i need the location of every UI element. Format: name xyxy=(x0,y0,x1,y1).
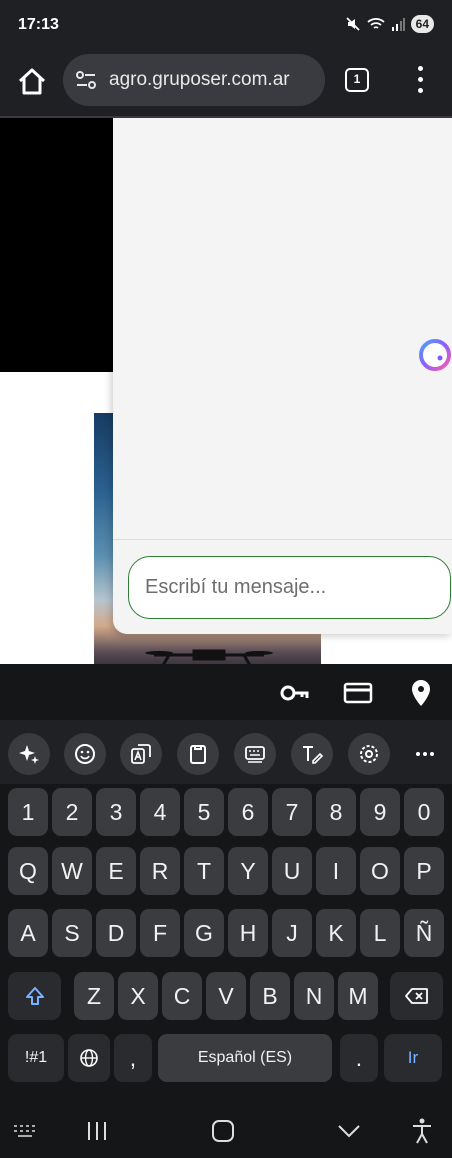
home-nav-icon[interactable] xyxy=(210,1116,236,1146)
more-button[interactable] xyxy=(404,733,446,775)
autofill-bar xyxy=(0,664,452,720)
page-banner xyxy=(0,118,113,372)
backspace-key[interactable] xyxy=(390,972,443,1020)
card-icon[interactable] xyxy=(343,678,373,708)
key-u[interactable]: U xyxy=(272,847,312,895)
key-j[interactable]: J xyxy=(272,909,312,957)
status-time: 17:13 xyxy=(18,16,59,33)
ai-sparkle-icon xyxy=(19,745,39,764)
chat-divider xyxy=(113,539,452,540)
key-grid: 1 2 3 4 5 6 7 8 9 0 Q W E R T Y U I O P … xyxy=(0,784,452,1104)
key-t[interactable]: T xyxy=(184,847,224,895)
status-icons: 64 xyxy=(345,15,434,33)
home-button[interactable] xyxy=(14,64,50,100)
on-screen-keyboard: 1 2 3 4 5 6 7 8 9 0 Q W E R T Y U I O P … xyxy=(0,664,452,1158)
space-key[interactable]: Español (ES) xyxy=(158,1034,332,1082)
key-o[interactable]: O xyxy=(360,847,400,895)
settings-icon xyxy=(360,745,378,763)
tab-switcher-button[interactable]: 1 xyxy=(345,68,369,92)
comma-key[interactable]: , xyxy=(114,1034,152,1082)
keyboard-mode-icon xyxy=(245,746,265,763)
drone-silhouette xyxy=(145,649,273,664)
globe-icon xyxy=(80,1049,98,1067)
handwriting-button[interactable] xyxy=(291,733,333,775)
shift-icon xyxy=(25,987,44,1005)
accessibility-icon[interactable] xyxy=(410,1116,434,1146)
key-y[interactable]: Y xyxy=(228,847,268,895)
key-0[interactable]: 0 xyxy=(404,788,444,836)
key-f[interactable]: F xyxy=(140,909,180,957)
key-1[interactable]: 1 xyxy=(8,788,48,836)
emoji-icon xyxy=(75,744,95,764)
key-m[interactable]: M xyxy=(338,972,378,1020)
key-p[interactable]: P xyxy=(404,847,444,895)
key-n-tilde[interactable]: Ñ xyxy=(404,909,444,957)
chat-widget xyxy=(113,118,452,634)
go-key[interactable]: Ir xyxy=(384,1034,442,1082)
handwriting-icon xyxy=(303,746,323,764)
ai-sparkle-button[interactable] xyxy=(8,733,50,775)
settings-button[interactable] xyxy=(348,733,390,775)
key-x[interactable]: X xyxy=(118,972,158,1020)
home-icon xyxy=(18,68,46,95)
language-key[interactable] xyxy=(68,1034,110,1082)
emoji-button[interactable] xyxy=(64,733,106,775)
key-3[interactable]: 3 xyxy=(96,788,136,836)
signal-icon xyxy=(391,18,405,31)
key-icon[interactable] xyxy=(279,678,309,708)
period-key[interactable]: . xyxy=(340,1034,378,1082)
key-l[interactable]: L xyxy=(360,909,400,957)
key-q[interactable]: Q xyxy=(8,847,48,895)
key-s[interactable]: S xyxy=(52,909,92,957)
key-e[interactable]: E xyxy=(96,847,136,895)
key-b[interactable]: B xyxy=(250,972,290,1020)
key-a[interactable]: A xyxy=(8,909,48,957)
url-text: agro.gruposer.com.ar xyxy=(109,69,290,90)
key-6[interactable]: 6 xyxy=(228,788,268,836)
status-bar: 17:13 64 xyxy=(0,0,452,52)
key-4[interactable]: 4 xyxy=(140,788,180,836)
keyboard-hide-icon[interactable] xyxy=(12,1116,38,1146)
mute-icon xyxy=(346,17,360,31)
key-v[interactable]: V xyxy=(206,972,246,1020)
key-n[interactable]: N xyxy=(294,972,334,1020)
clipboard-icon xyxy=(190,745,206,764)
web-page xyxy=(0,116,452,664)
key-i[interactable]: I xyxy=(316,847,356,895)
key-2[interactable]: 2 xyxy=(52,788,92,836)
address-bar[interactable]: agro.gruposer.com.ar xyxy=(63,54,325,106)
key-z[interactable]: Z xyxy=(74,972,114,1020)
key-w[interactable]: W xyxy=(52,847,92,895)
browser-menu-button[interactable] xyxy=(410,64,430,96)
clipboard-button[interactable] xyxy=(177,733,219,775)
backspace-icon xyxy=(404,988,428,1004)
key-c[interactable]: C xyxy=(162,972,202,1020)
key-k[interactable]: K xyxy=(316,909,356,957)
keyboard-mode-button[interactable] xyxy=(234,733,276,775)
key-7[interactable]: 7 xyxy=(272,788,312,836)
translate-icon xyxy=(131,744,151,764)
symbols-key[interactable]: !#1 xyxy=(8,1034,64,1082)
more-icon xyxy=(416,752,434,756)
location-icon[interactable] xyxy=(406,678,436,708)
key-5[interactable]: 5 xyxy=(184,788,224,836)
key-9[interactable]: 9 xyxy=(360,788,400,836)
loading-spinner-icon xyxy=(419,339,451,371)
wifi-icon xyxy=(367,18,385,29)
key-r[interactable]: R xyxy=(140,847,180,895)
browser-toolbar: agro.gruposer.com.ar 1 xyxy=(0,52,452,116)
back-icon[interactable] xyxy=(336,1116,362,1146)
key-d[interactable]: D xyxy=(96,909,136,957)
key-h[interactable]: H xyxy=(228,909,268,957)
translate-button[interactable] xyxy=(120,733,162,775)
chat-message-input[interactable] xyxy=(128,556,451,619)
key-8[interactable]: 8 xyxy=(316,788,356,836)
site-settings-icon[interactable] xyxy=(75,70,97,90)
system-nav-bar xyxy=(0,1104,452,1158)
shift-key[interactable] xyxy=(8,972,61,1020)
battery-badge: 64 xyxy=(410,15,434,33)
keyboard-toolbar xyxy=(0,720,452,784)
recent-apps-icon[interactable] xyxy=(86,1116,108,1146)
key-g[interactable]: G xyxy=(184,909,224,957)
